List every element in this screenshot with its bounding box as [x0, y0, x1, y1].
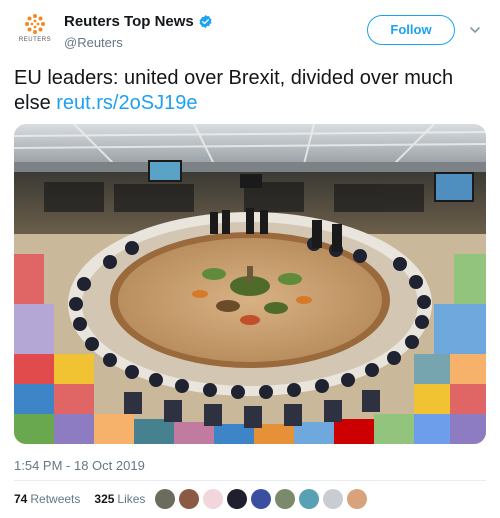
tweet-timestamp[interactable]: 1:54 PM - 18 Oct 2019: [14, 458, 145, 473]
logo-text: REUTERS: [18, 37, 52, 43]
avatar[interactable]: [227, 489, 247, 509]
follow-button[interactable]: Follow: [367, 15, 455, 45]
verified-badge-icon: [199, 14, 212, 29]
tweet-photo[interactable]: [14, 124, 486, 444]
liker-avatars: [155, 489, 371, 509]
tweet-text: EU leaders: united over Brexit, divided …: [14, 66, 484, 116]
avatar[interactable]: [323, 489, 343, 509]
likes-count[interactable]: 325: [94, 492, 114, 506]
display-name[interactable]: Reuters Top News: [64, 13, 194, 30]
avatar[interactable]: [275, 489, 295, 509]
likes-label[interactable]: Likes: [117, 492, 145, 506]
retweets-count[interactable]: 74: [14, 492, 27, 506]
tweet-header: REUTERS Reuters Top News @Reuters Follow: [0, 0, 500, 60]
avatar[interactable]: [155, 489, 175, 509]
avatar[interactable]: [251, 489, 271, 509]
avatar[interactable]: [347, 489, 367, 509]
chevron-down-icon[interactable]: [469, 24, 481, 36]
account-name-row[interactable]: Reuters Top News: [64, 13, 213, 30]
reuters-logo-icon[interactable]: REUTERS: [14, 12, 56, 48]
avatar[interactable]: [299, 489, 319, 509]
retweets-label[interactable]: Retweets: [30, 492, 80, 506]
avatar[interactable]: [179, 489, 199, 509]
tweet-link[interactable]: reut.rs/2oSJ19e: [56, 92, 197, 114]
engagement-stats: 74 Retweets 325 Likes: [14, 492, 159, 506]
avatar[interactable]: [203, 489, 223, 509]
divider-top: [14, 480, 486, 481]
account-handle[interactable]: @Reuters: [64, 35, 123, 50]
